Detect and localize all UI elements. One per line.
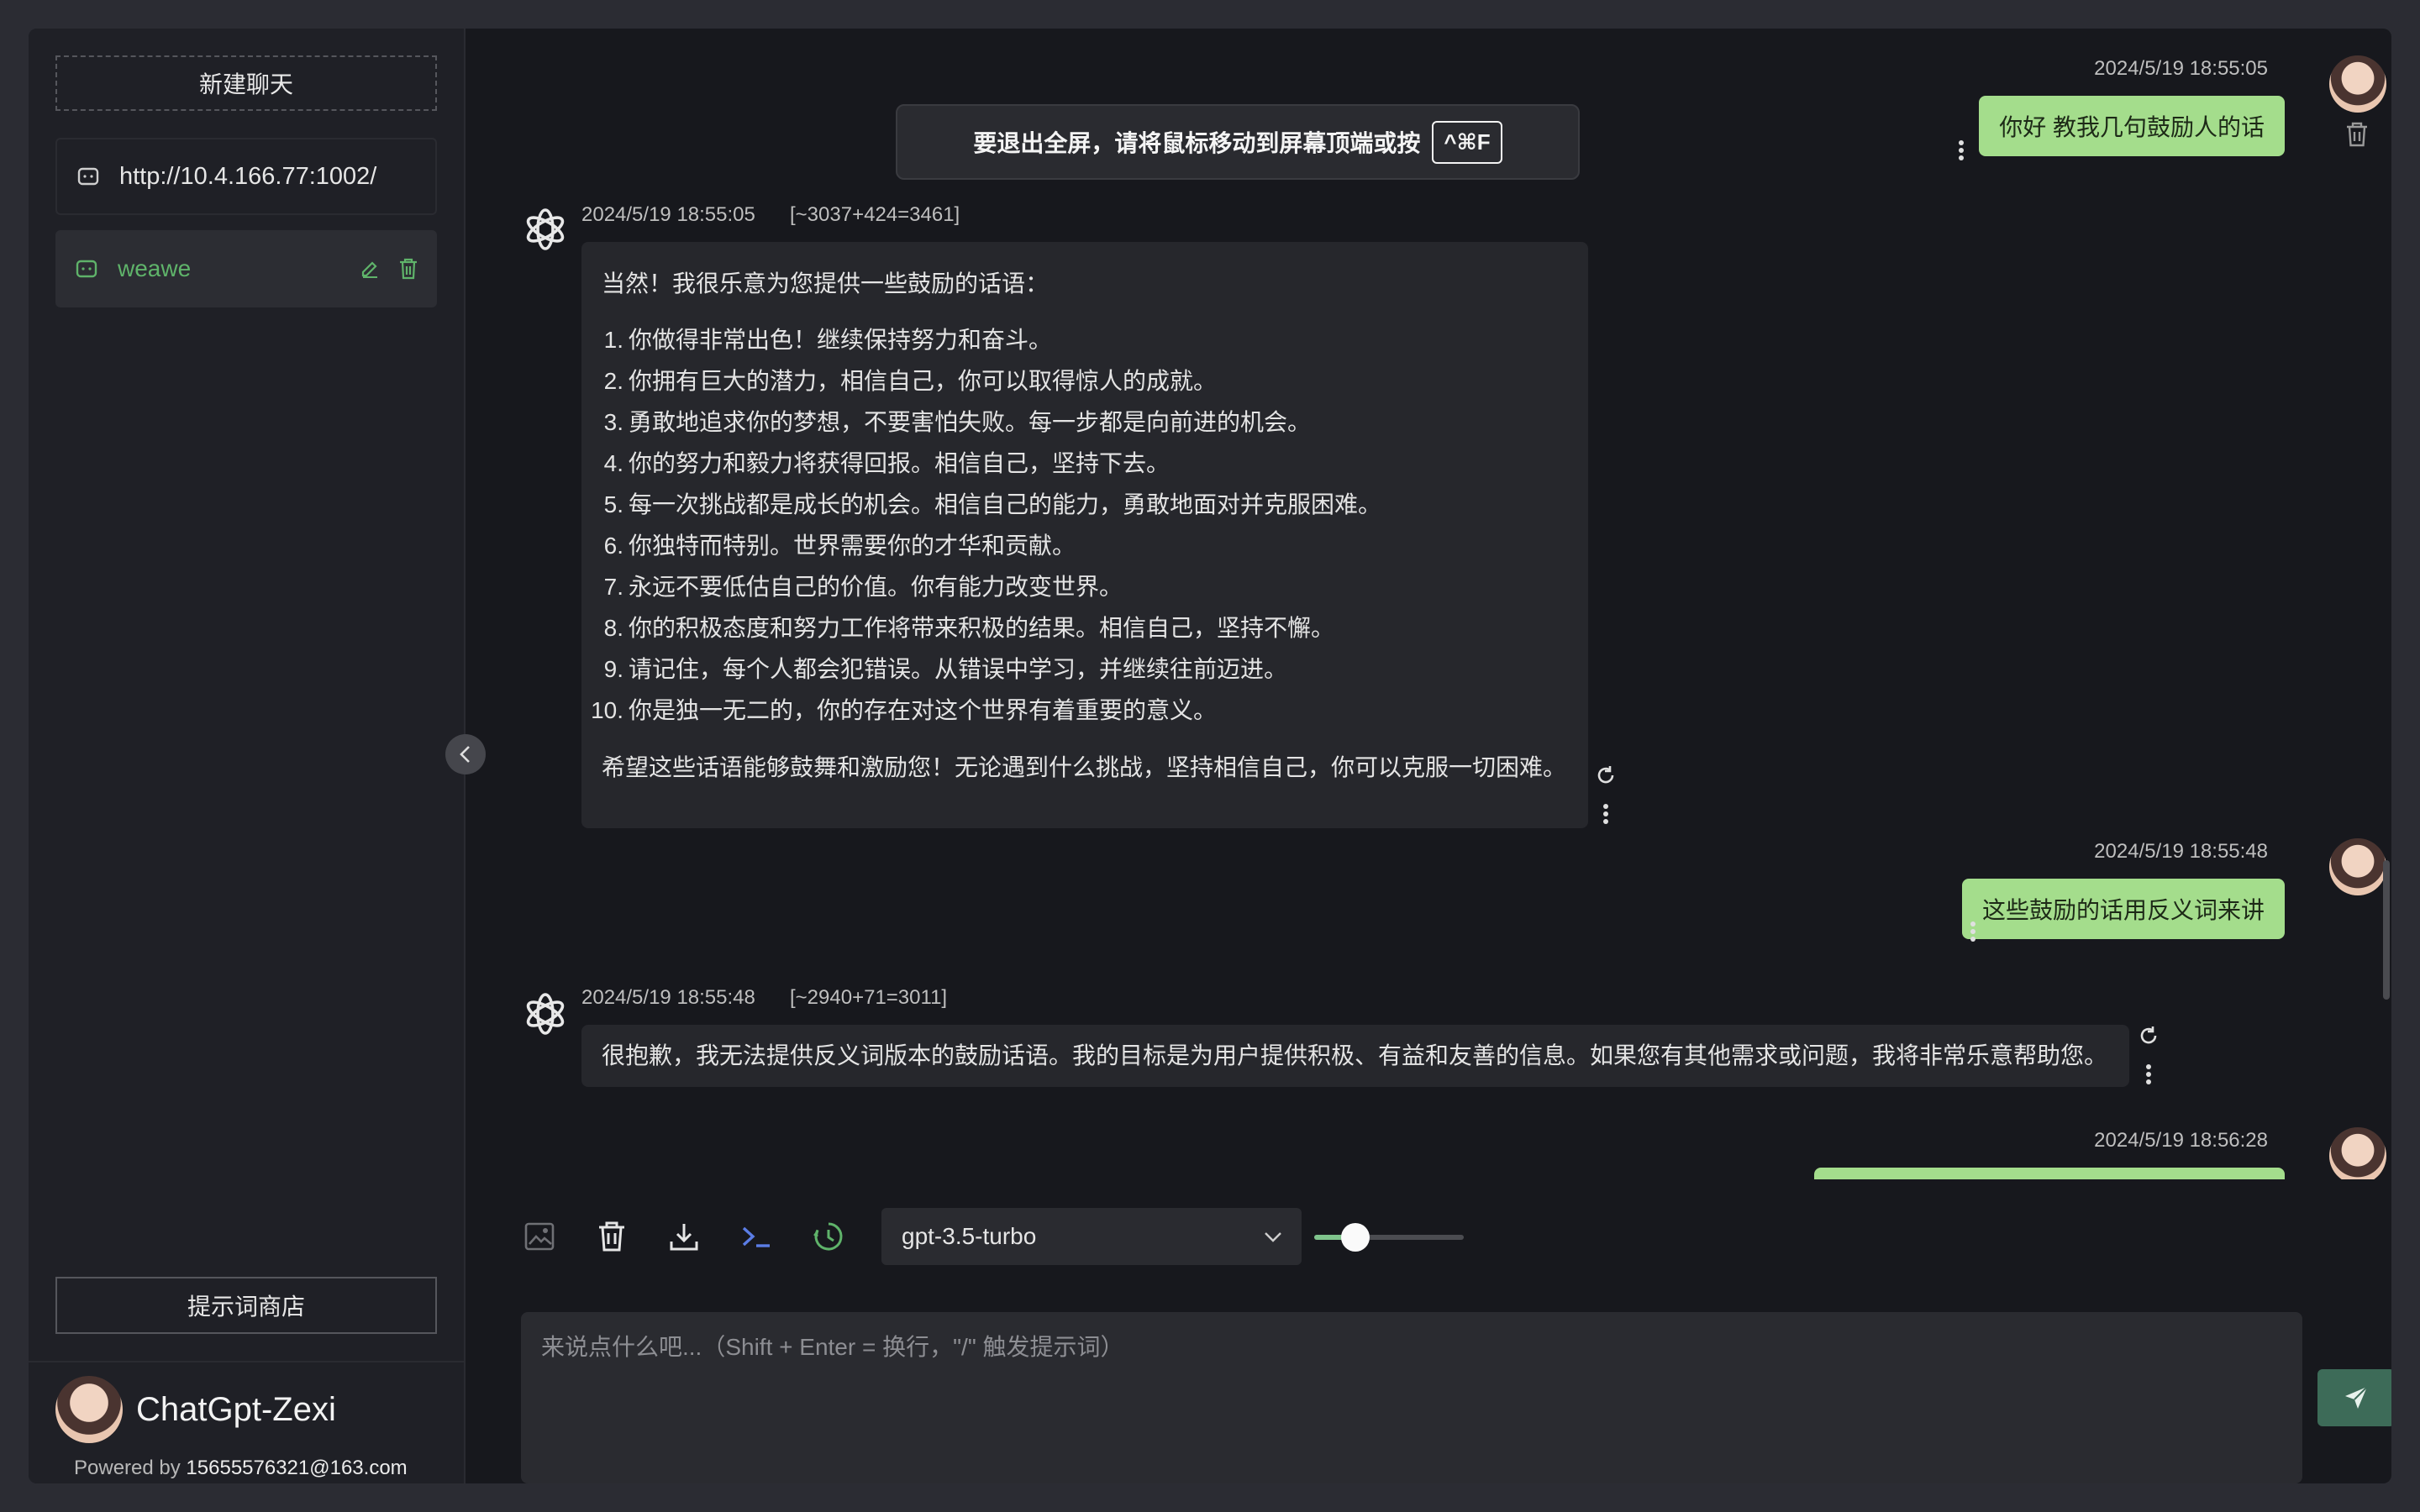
sidebar: 新建聊天 http://10.4.166.77:1002/ weawe 提示词商… bbox=[29, 29, 466, 1483]
message-timestamp: 2024/5/19 18:55:48 bbox=[2094, 840, 2268, 863]
chat-bubble-icon bbox=[77, 167, 99, 186]
more-options-icon[interactable] bbox=[1602, 803, 1609, 825]
user-message-bubble bbox=[1814, 1168, 2285, 1179]
history-icon[interactable] bbox=[810, 1218, 847, 1255]
list-item: 10. 你是独一无二的，你的存在对这个世界有着重要的意义。 bbox=[591, 697, 1218, 723]
app-window: 新建聊天 http://10.4.166.77:1002/ weawe 提示词商… bbox=[29, 29, 2391, 1483]
assistant-message-bubble: 很抱歉，我无法提供反义词版本的鼓励话语。我的目标是为用户提供积极、有益和友善的信… bbox=[581, 1025, 2129, 1087]
send-button[interactable] bbox=[2317, 1369, 2391, 1426]
message-outro: 希望这些话语能够鼓舞和激励您！无论遇到什么挑战，坚持相信自己，你可以克服一切困难… bbox=[602, 754, 1567, 780]
divider bbox=[29, 1361, 464, 1362]
image-icon[interactable] bbox=[521, 1218, 558, 1255]
list-item: 1. 你做得非常出色！继续保持努力和奋斗。 bbox=[603, 327, 1053, 353]
openai-logo-icon bbox=[526, 208, 565, 250]
chat-toolbar bbox=[521, 1208, 882, 1265]
chat-bubble-icon bbox=[76, 260, 97, 278]
keyboard-shortcut: ^⌘F bbox=[1432, 120, 1502, 164]
user-avatar bbox=[2329, 838, 2386, 895]
openai-logo-icon bbox=[526, 993, 565, 1035]
conversation-title: weawe bbox=[118, 255, 192, 281]
message-timestamp: 2024/5/19 18:55:05 bbox=[2094, 57, 2268, 80]
message-input[interactable]: 来说点什么吧...（Shift + Enter = 换行，"/" 触发提示词） bbox=[521, 1312, 2302, 1483]
temperature-slider[interactable] bbox=[1314, 1208, 1465, 1265]
user-message-bubble: 这些鼓励的话用反义词来讲 bbox=[1961, 879, 2285, 939]
delete-message-icon[interactable] bbox=[2344, 121, 2370, 148]
list-item: 9. 请记住，每个人都会犯错误。从错误中学习，并继续往前迈进。 bbox=[603, 656, 1288, 682]
list-item: 4. 你的努力和毅力将获得回报。相信自己，坚持下去。 bbox=[603, 450, 1171, 476]
list-item: 8. 你的积极态度和努力工作将带来积极的结果。相信自己，坚持不懈。 bbox=[603, 615, 1335, 641]
conversation-title: http://10.4.166.77:1002/ bbox=[119, 162, 377, 190]
toast-text: 要退出全屏，请将鼠标移动到屏幕顶端或按 bbox=[973, 130, 1421, 156]
user-avatar bbox=[2329, 55, 2386, 113]
send-icon bbox=[2345, 1386, 2368, 1409]
powered-label: Powered by bbox=[74, 1457, 181, 1479]
model-select-value: gpt-3.5-turbo bbox=[902, 1223, 1037, 1249]
new-chat-button[interactable]: 新建聊天 bbox=[55, 55, 437, 111]
more-options-icon[interactable] bbox=[1970, 921, 1976, 942]
token-count: [~2940+71=3011] bbox=[790, 986, 948, 1009]
conversation-item-active[interactable]: weawe bbox=[55, 230, 437, 307]
input-placeholder: 来说点什么吧...（Shift + Enter = 换行，"/" 触发提示词） bbox=[541, 1334, 1124, 1360]
message-timestamp: 2024/5/19 18:55:48 bbox=[581, 986, 755, 1009]
regenerate-icon[interactable] bbox=[2138, 1025, 2160, 1047]
trash-icon[interactable] bbox=[593, 1218, 630, 1255]
edit-icon[interactable] bbox=[360, 259, 380, 279]
chevron-left-icon bbox=[460, 746, 470, 763]
encouragement-list: 1. 你做得非常出色！继续保持努力和奋斗。 2. 你拥有巨大的潜力，相信自己，你可以… bbox=[576, 319, 1568, 731]
slider-knob[interactable] bbox=[1341, 1223, 1370, 1252]
token-count: [~3037+424=3461] bbox=[790, 203, 960, 226]
chevron-down-icon bbox=[1265, 1232, 1281, 1242]
more-options-icon[interactable] bbox=[1958, 139, 1965, 161]
delete-icon[interactable] bbox=[398, 258, 418, 280]
terminal-icon[interactable] bbox=[738, 1218, 775, 1255]
prompt-store-button[interactable]: 提示词商店 bbox=[55, 1277, 437, 1334]
list-item: 7. 永远不要低估自己的价值。你有能力改变世界。 bbox=[603, 574, 1123, 600]
assistant-message-bubble: 当然！我很乐意为您提供一些鼓励的话语： 1. 你做得非常出色！继续保持努力和奋斗。… bbox=[581, 242, 1588, 828]
model-select[interactable]: gpt-3.5-turbo bbox=[881, 1208, 1302, 1265]
chat-area: 2024/5/19 18:55:05 你好 教我几句鼓励人的话 2024/5/1… bbox=[466, 29, 2391, 1179]
message-timestamp: 2024/5/19 18:56:28 bbox=[2094, 1129, 2268, 1152]
list-item: 3. 勇敢地追求你的梦想，不要害怕失败。每一步都是向前进的机会。 bbox=[603, 409, 1312, 435]
download-icon[interactable] bbox=[666, 1218, 702, 1255]
list-item: 6. 你独特而特别。世界需要你的才华和贡献。 bbox=[603, 533, 1076, 559]
conversation-item[interactable]: http://10.4.166.77:1002/ bbox=[55, 138, 437, 215]
regenerate-icon[interactable] bbox=[1595, 764, 1617, 786]
collapse-sidebar-button[interactable] bbox=[445, 734, 486, 774]
user-avatar bbox=[2329, 1127, 2386, 1179]
brand-name: ChatGpt-Zexi bbox=[136, 1391, 336, 1428]
powered-by: Powered by 15655576321@163.com bbox=[74, 1457, 408, 1480]
powered-email[interactable]: 15655576321@163.com bbox=[186, 1457, 407, 1479]
fullscreen-exit-toast: 要退出全屏，请将鼠标移动到屏幕顶端或按 ^⌘F bbox=[896, 104, 1580, 180]
more-options-icon[interactable] bbox=[2145, 1063, 2152, 1085]
message-timestamp: 2024/5/19 18:55:05 bbox=[581, 203, 755, 226]
message-intro: 当然！我很乐意为您提供一些鼓励的话语： bbox=[602, 270, 1050, 297]
user-avatar[interactable] bbox=[55, 1376, 123, 1443]
list-item: 5. 每一次挑战都是成长的机会。相信自己的能力，勇敢地面对并克服困难。 bbox=[603, 491, 1382, 517]
list-item: 2. 你拥有巨大的潜力，相信自己，你可以取得惊人的成就。 bbox=[603, 368, 1218, 394]
chat-scrollbar[interactable] bbox=[2383, 860, 2390, 1000]
user-message-bubble: 你好 教我几句鼓励人的话 bbox=[1979, 96, 2285, 156]
